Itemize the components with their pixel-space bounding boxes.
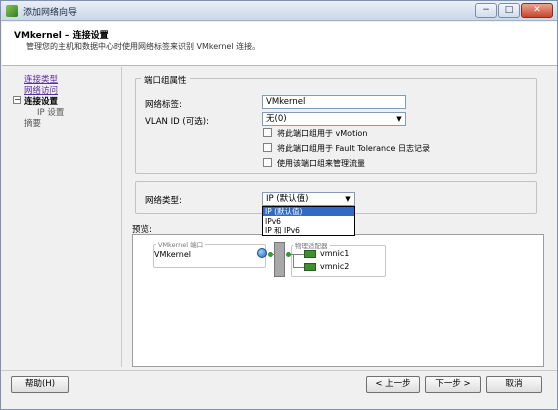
management-traffic-checkbox-label: 使用该端口组来管理流量 (277, 159, 365, 168)
page-title: VMkernel – 连接设置 (14, 31, 109, 41)
vmotion-checkbox-label: 将此端口组用于 vMotion (277, 129, 368, 138)
network-label-label: 网络标签: (145, 100, 182, 110)
app-icon (6, 5, 18, 17)
group-legend: 端口组属性 (141, 74, 190, 86)
dropdown-option-ip-and-ipv6[interactable]: IP 和 IPv6 (263, 226, 354, 235)
connector-line (293, 254, 294, 268)
page-description: 管理您的主机和数据中心时使用网络标签来识别 VMkernel 连接。 (26, 42, 261, 51)
network-type-label: 网络类型: (145, 196, 182, 206)
nic-icon (304, 263, 316, 271)
close-button[interactable]: ✕ (521, 3, 553, 18)
window-title: 添加网络向导 (23, 8, 78, 18)
minimize-button[interactable]: − (475, 3, 497, 18)
vmkernel-port-caption: VMkernel 端口 (156, 239, 206, 249)
vlan-id-select[interactable]: 无(0) ▼ (262, 112, 406, 126)
vmkernel-name: VMkernel (154, 250, 192, 259)
wizard-window: 添加网络向导 − □ ✕ VMkernel – 连接设置 管理您的主机和数据中心… (0, 0, 558, 410)
divider (121, 67, 122, 367)
next-button[interactable]: 下一步 > (425, 376, 481, 393)
maximize-button[interactable]: □ (498, 3, 520, 18)
help-button[interactable]: 帮助(H) (11, 376, 69, 393)
nav-step-ip-settings: IP 设置 (37, 108, 65, 118)
vlan-id-label: VLAN ID (可选): (145, 117, 209, 127)
minus-icon[interactable]: − (13, 96, 21, 104)
dropdown-option-ipv6[interactable]: IPv6 (263, 217, 354, 226)
nic-icon (304, 250, 316, 258)
wizard-header: VMkernel – 连接设置 管理您的主机和数据中心时使用网络标签来识别 VM… (2, 22, 557, 66)
vlan-id-value: 无(0) (266, 114, 287, 124)
chevron-down-icon[interactable]: ▼ (394, 114, 404, 124)
network-label-input[interactable]: VMkernel (262, 95, 406, 109)
network-type-dropdown: IP (默认值) IPv6 IP 和 IPv6 (262, 206, 355, 236)
title-bar[interactable]: 添加网络向导 − □ ✕ (1, 1, 557, 21)
dropdown-option-ip-default[interactable]: IP (默认值) (263, 207, 354, 216)
network-type-select[interactable]: IP (默认值) ▼ (262, 192, 355, 206)
vmotion-checkbox[interactable] (263, 128, 272, 137)
back-button[interactable]: < 上一步 (366, 376, 420, 393)
footer-divider (1, 370, 557, 371)
nav-step-summary: 摘要 (24, 119, 42, 129)
virtual-switch (274, 242, 285, 277)
management-traffic-checkbox[interactable] (263, 158, 272, 167)
globe-icon (257, 248, 267, 258)
fault-tolerance-checkbox-label: 将此端口组用于 Fault Tolerance 日志记录 (277, 144, 430, 153)
network-type-value: IP (默认值) (266, 194, 309, 204)
adapter-vmnic1: vmnic1 (320, 249, 350, 258)
fault-tolerance-checkbox[interactable] (263, 143, 272, 152)
adapter-vmnic2: vmnic2 (320, 262, 350, 271)
cancel-button[interactable]: 取消 (486, 376, 542, 393)
chevron-down-icon[interactable]: ▼ (343, 194, 353, 204)
